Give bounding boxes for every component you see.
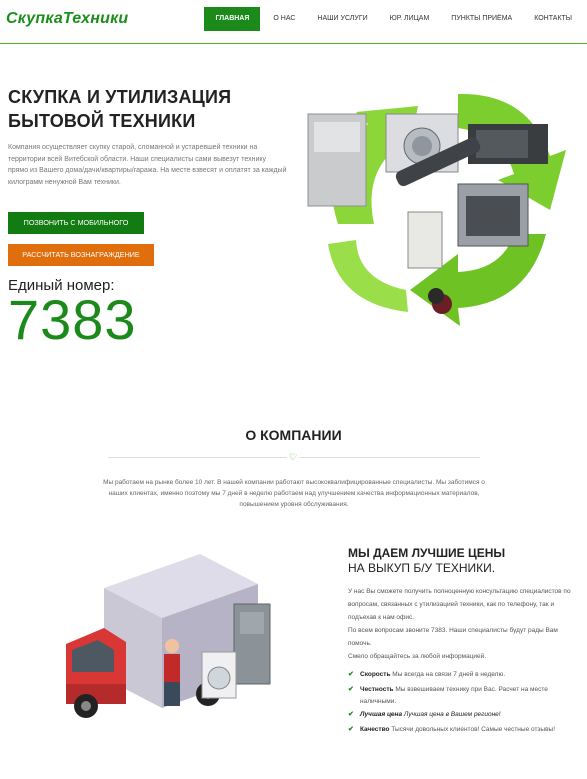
call-mobile-button[interactable]: ПОЗВОНИТЬ С МОБИЛЬНОГО bbox=[8, 212, 144, 234]
delivery-truck-image bbox=[66, 554, 271, 718]
feature-item-best-price: ✔ Лучшая цена Лучшая цена в Вашем регион… bbox=[348, 709, 580, 721]
feature-text: Мы всегда на связи 7 дней в неделю. bbox=[392, 671, 506, 678]
prices-title: МЫ ДАЕМ ЛУЧШИЕ ЦЕНЫ bbox=[348, 546, 506, 560]
prices-description: У нас Вы сможете получить полноценную ко… bbox=[348, 585, 580, 663]
prices-paragraph-2: По всем вопросам звоните 7383. Наши спец… bbox=[348, 627, 558, 647]
check-icon: ✔ bbox=[348, 726, 354, 733]
menu-item-services[interactable]: НАШИ УСЛУГИ bbox=[306, 7, 378, 31]
heart-icon: ♡ bbox=[287, 452, 299, 462]
about-text: Мы работаем на рынке более 10 лет. В наш… bbox=[103, 479, 485, 508]
hotline-number[interactable]: 7383 bbox=[8, 290, 137, 350]
recycle-appliances-image bbox=[307, 93, 566, 326]
feature-item-honesty: ✔ Честность Мы взвешиваем технику при Ва… bbox=[348, 684, 580, 707]
feature-text: Лучшая цена в Вашем регионе! bbox=[403, 711, 501, 718]
calculate-reward-button[interactable]: РАССЧИТАТЬ ВОЗНАГРАЖДЕНИЕ bbox=[8, 244, 154, 266]
menu-item-points[interactable]: ПУНКТЫ ПРИЁМА bbox=[440, 7, 523, 31]
menu-item-legal[interactable]: ЮР. ЛИЦАМ bbox=[379, 7, 441, 31]
feature-text: Тысячи довольных клиентов! Самые честные… bbox=[391, 726, 556, 733]
hero-description: Компания осуществляет скупку старой, сло… bbox=[8, 144, 287, 186]
check-icon: ✔ bbox=[348, 686, 354, 693]
prices-subtitle: НА ВЫКУП Б/У ТЕХНИКИ. bbox=[348, 561, 496, 575]
feature-title: Скорость bbox=[360, 671, 391, 678]
check-icon: ✔ bbox=[348, 711, 354, 718]
menu-item-contacts[interactable]: КОНТАКТЫ bbox=[523, 7, 583, 31]
menu-item-about[interactable]: О НАС bbox=[262, 7, 306, 31]
navbar: СкупкаТехники ГЛАВНАЯ О НАС НАШИ УСЛУГИ … bbox=[0, 0, 587, 44]
prices-paragraph-3: Смело обращайтесь за любой информацией. bbox=[348, 653, 487, 660]
feature-item-quality: ✔ Качество Тысячи довольных клиентов! Са… bbox=[348, 724, 580, 736]
hero-title: СКУПКА И УТИЛИЗАЦИЯ БЫТОВОЙ ТЕХНИКИ bbox=[8, 87, 232, 131]
menu-item-home[interactable]: ГЛАВНАЯ bbox=[204, 7, 261, 31]
about-title: О КОМПАНИИ bbox=[245, 427, 342, 443]
feature-title: Качество bbox=[360, 726, 390, 733]
check-icon: ✔ bbox=[348, 671, 354, 678]
prices-paragraph-1: У нас Вы сможете получить полноценную ко… bbox=[348, 588, 571, 621]
site-logo[interactable]: СкупкаТехники bbox=[6, 10, 128, 28]
feature-title: Честность bbox=[360, 686, 394, 693]
main-menu: ГЛАВНАЯ О НАС НАШИ УСЛУГИ ЮР. ЛИЦАМ ПУНК… bbox=[204, 7, 583, 31]
feature-item-speed: ✔ Скорость Мы всегда на связи 7 дней в н… bbox=[348, 669, 580, 681]
feature-title: Лучшая цена bbox=[360, 711, 403, 718]
